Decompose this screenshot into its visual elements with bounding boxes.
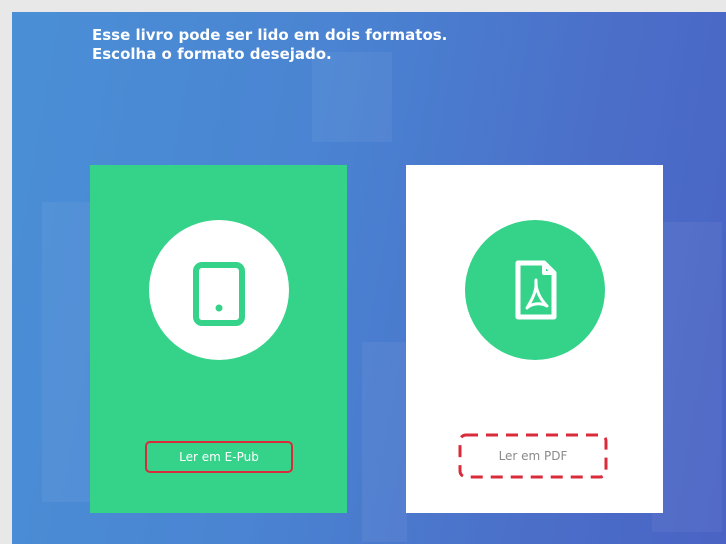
tablet-icon: [193, 262, 245, 326]
background-shelf: [362, 342, 407, 542]
format-selection-panel: Esse livro pode ser lido em dois formato…: [12, 12, 726, 544]
read-pdf-button[interactable]: Ler em PDF: [458, 433, 608, 479]
heading-line-2: Escolha o formato desejado.: [92, 45, 332, 63]
heading-line-1: Esse livro pode ser lido em dois formato…: [92, 26, 448, 44]
read-pdf-label: Ler em PDF: [498, 449, 568, 463]
screenshot-frame: Esse livro pode ser lido em dois formato…: [0, 0, 726, 544]
background-shelf: [312, 52, 392, 142]
epub-icon-circle: [149, 220, 289, 360]
pdf-file-icon: [515, 260, 557, 320]
read-epub-button[interactable]: Ler em E-Pub: [145, 441, 293, 473]
pdf-icon-circle: [465, 220, 605, 360]
page-title: Esse livro pode ser lido em dois formato…: [92, 26, 447, 64]
epub-card[interactable]: Ler em E-Pub: [90, 165, 347, 513]
pdf-card[interactable]: Ler em PDF: [406, 165, 663, 513]
